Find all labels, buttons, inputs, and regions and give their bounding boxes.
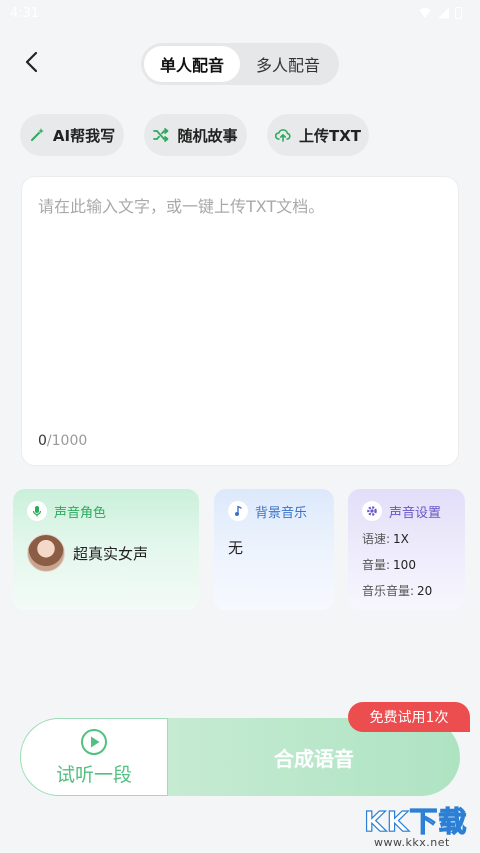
upload-txt-button[interactable]: 上传TXT	[267, 114, 369, 156]
background-music-card[interactable]: 背景音乐 无	[214, 489, 334, 610]
watermark-text: KK下载	[363, 804, 468, 838]
voice-settings-title: 声音设置	[389, 505, 442, 521]
setting-speed-label: 语速:	[362, 532, 391, 546]
gear-icon	[362, 501, 382, 521]
status-time: 4:31	[10, 5, 40, 21]
voice-role-header: 声音角色	[27, 501, 185, 521]
setting-speed: 语速: 1X	[362, 530, 451, 547]
status-icons	[418, 7, 462, 19]
background-music-header: 背景音乐	[228, 501, 320, 521]
upload-txt-label: 上传TXT	[298, 126, 362, 145]
free-trial-badge: 免费试用1次	[348, 702, 470, 732]
status-bar: 4:31	[0, 0, 480, 26]
preview-label: 试听一段	[55, 763, 132, 786]
chevron-left-icon	[25, 51, 38, 73]
play-circle-icon	[81, 728, 107, 755]
text-input[interactable]	[38, 193, 444, 413]
setting-volume: 音量: 100	[362, 556, 451, 573]
char-counter: 0/1000	[38, 433, 87, 449]
shuffle-icon	[153, 127, 169, 143]
setting-music-volume-value: 20	[417, 584, 433, 598]
setting-volume-label: 音量:	[362, 558, 391, 572]
preview-button[interactable]: 试听一段	[20, 718, 168, 796]
char-count-max: /1000	[46, 433, 88, 449]
voice-settings-card[interactable]: 声音设置 语速: 1X 音量: 100 音乐音量: 20	[348, 489, 465, 610]
music-note-icon	[228, 501, 248, 521]
back-button[interactable]	[18, 48, 46, 76]
random-story-label: 随机故事	[177, 126, 238, 145]
setting-volume-value: 100	[393, 558, 416, 572]
ai-write-label: AI帮我写	[52, 126, 116, 145]
setting-speed-value: 1X	[393, 532, 409, 546]
wifi-icon	[418, 8, 432, 18]
voice-selection: 超真实女声	[27, 534, 185, 572]
mode-switch: 单人配音 多人配音	[141, 43, 339, 85]
cloud-upload-icon	[274, 127, 291, 143]
background-music-title: 背景音乐	[255, 505, 308, 521]
voice-role-title: 声音角色	[54, 505, 107, 521]
char-count-current: 0	[38, 433, 47, 449]
tab-single-dubbing[interactable]: 单人配音	[144, 46, 240, 82]
voice-avatar	[27, 534, 65, 572]
sparkle-wand-icon	[29, 127, 45, 143]
watermark-logo: KK下载 www.kkx.net	[363, 800, 478, 852]
voice-settings-header: 声音设置	[362, 501, 451, 521]
synthesize-label: 合成语音	[274, 746, 354, 771]
voice-role-card[interactable]: 声音角色 超真实女声	[13, 489, 199, 610]
signal-icon	[438, 7, 449, 19]
random-story-button[interactable]: 随机故事	[144, 114, 247, 156]
voice-name: 超真实女声	[73, 544, 149, 563]
setting-music-volume-label: 音乐音量:	[362, 584, 415, 598]
battery-icon	[455, 7, 462, 19]
microphone-icon	[27, 501, 47, 521]
ai-write-button[interactable]: AI帮我写	[20, 114, 124, 156]
setting-music-volume: 音乐音量: 20	[362, 582, 451, 599]
text-editor-card: 0/1000	[21, 176, 459, 466]
watermark-url: www.kkx.net	[374, 836, 450, 849]
tab-multi-dubbing[interactable]: 多人配音	[240, 46, 336, 82]
background-music-value: 无	[228, 539, 244, 557]
